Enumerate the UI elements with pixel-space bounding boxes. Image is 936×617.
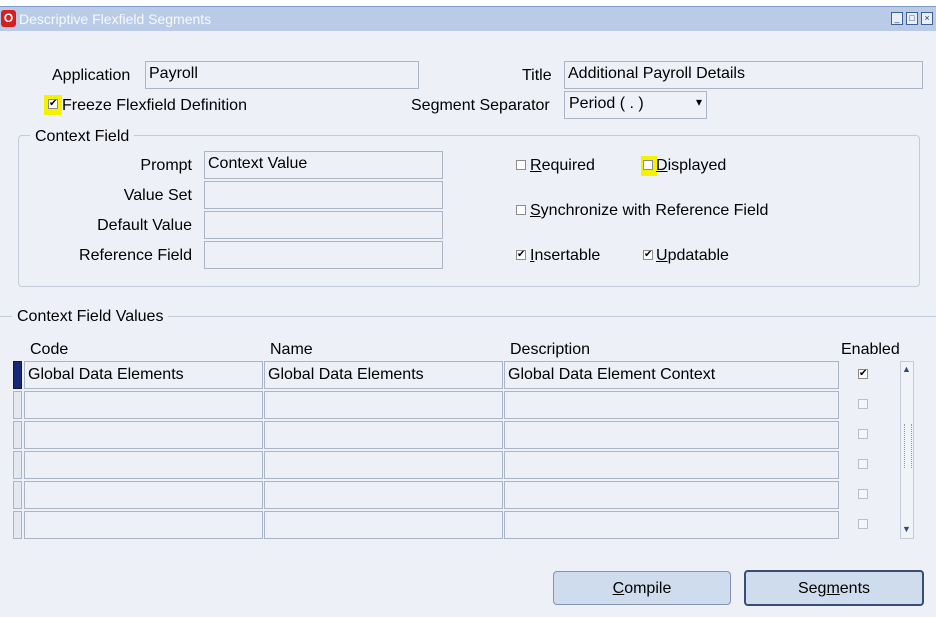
insertable-label-rest: nsertable	[534, 247, 601, 264]
reference-field-label: Reference Field	[79, 247, 192, 264]
table-cell-code[interactable]: Global Data Elements	[24, 361, 263, 389]
enabled-checkbox[interactable]	[858, 519, 868, 529]
table-cell-name[interactable]	[264, 421, 503, 449]
window-titlebar: O Descriptive Flexfield Segments _ □ ×	[0, 6, 936, 31]
row-indicator[interactable]	[13, 391, 22, 419]
column-header-name: Name	[270, 341, 313, 358]
table-cell-name[interactable]: Global Data Elements	[264, 361, 503, 389]
application-label: Application	[52, 67, 131, 84]
row-indicator[interactable]	[13, 481, 22, 509]
required-label: Required	[530, 157, 595, 175]
freeze-label: Freeze Flexfield Definition	[62, 97, 247, 114]
title-field[interactable]: Additional Payroll Details	[564, 61, 923, 89]
required-mnemonic: R	[530, 157, 542, 174]
close-icon[interactable]: ×	[921, 12, 933, 25]
required-checkbox[interactable]	[516, 160, 526, 170]
compile-label-rest: ompile	[624, 580, 672, 597]
context-values-label: Context Field Values	[12, 308, 169, 326]
row-indicator-active[interactable]	[13, 361, 22, 389]
column-header-description: Description	[510, 341, 591, 358]
compile-mnemonic: C	[612, 580, 625, 597]
check-icon: ✔	[859, 368, 868, 379]
reference-field-input[interactable]	[204, 241, 443, 269]
enabled-checkbox[interactable]	[858, 459, 868, 469]
synchronize-label-rest: ynchronize with Reference Field	[540, 202, 769, 219]
value-set-label: Value Set	[123, 187, 192, 204]
updatable-label-rest: pdatable	[667, 247, 729, 264]
segments-label-pre: Seg	[797, 580, 827, 597]
application-field[interactable]: Payroll	[145, 61, 419, 89]
segments-label-post: ents	[839, 580, 871, 597]
table-cell-description[interactable]	[504, 511, 839, 539]
updatable-mnemonic: U	[656, 247, 668, 264]
table-cell-code[interactable]	[24, 511, 263, 539]
table-cell-description[interactable]	[504, 451, 839, 479]
context-field-group-label: Context Field	[30, 128, 135, 146]
segments-mnemonic: m	[826, 580, 840, 597]
updatable-checkbox[interactable]: ✔	[643, 250, 653, 260]
column-header-code: Code	[30, 341, 69, 358]
displayed-checkbox[interactable]	[643, 160, 653, 170]
default-value-field[interactable]	[204, 211, 443, 239]
enabled-checkbox[interactable]	[858, 489, 868, 499]
oracle-logo-icon: O	[1, 10, 16, 27]
scroll-thumb-grip[interactable]	[904, 424, 912, 468]
dropdown-arrow-icon[interactable]: ▾	[696, 95, 702, 109]
row-indicator[interactable]	[13, 511, 22, 539]
table-cell-name[interactable]	[264, 481, 503, 509]
table-cell-name[interactable]	[264, 391, 503, 419]
compile-button[interactable]: Compile	[553, 571, 731, 605]
separator-label: Segment Separator	[411, 97, 550, 114]
segments-button[interactable]: Segments	[744, 570, 924, 606]
table-cell-name[interactable]	[264, 511, 503, 539]
column-header-enabled: Enabled	[841, 341, 900, 358]
separator-value: Period ( . )	[569, 95, 644, 112]
displayed-mnemonic: D	[656, 157, 668, 174]
synchronize-label: Synchronize with Reference Field	[530, 202, 768, 220]
row-indicator[interactable]	[13, 421, 22, 449]
window-title: Descriptive Flexfield Segments	[19, 11, 212, 27]
check-icon: ✔	[517, 249, 526, 260]
prompt-field[interactable]: Context Value	[204, 151, 443, 179]
enabled-checkbox[interactable]	[858, 399, 868, 409]
prompt-label: Prompt	[140, 157, 192, 174]
table-cell-description[interactable]	[504, 421, 839, 449]
scroll-up-arrow-icon[interactable]: ▲	[902, 364, 911, 374]
table-cell-description[interactable]: Global Data Element Context	[504, 361, 839, 389]
value-set-field[interactable]	[204, 181, 443, 209]
separator-select[interactable]: Period ( . ) ▾	[564, 91, 707, 119]
minimize-icon[interactable]: _	[891, 12, 903, 25]
insertable-checkbox[interactable]: ✔	[516, 250, 526, 260]
enabled-checkbox[interactable]: ✔	[858, 369, 868, 379]
table-cell-code[interactable]	[24, 421, 263, 449]
displayed-label-rest: isplayed	[667, 157, 727, 174]
table-cell-name[interactable]	[264, 451, 503, 479]
required-label-rest: equired	[541, 157, 595, 174]
table-cell-code[interactable]	[24, 481, 263, 509]
scroll-down-arrow-icon[interactable]: ▼	[902, 524, 911, 534]
vertical-scrollbar[interactable]: ▲ ▼	[900, 361, 914, 539]
updatable-label: Updatable	[656, 247, 729, 265]
displayed-label: Displayed	[656, 157, 726, 175]
enabled-checkbox[interactable]	[858, 429, 868, 439]
table-cell-description[interactable]	[504, 481, 839, 509]
row-indicator[interactable]	[13, 451, 22, 479]
title-label: Title	[522, 67, 552, 84]
freeze-checkbox[interactable]: ✔	[48, 99, 58, 109]
table-cell-description[interactable]	[504, 391, 839, 419]
maximize-icon[interactable]: □	[906, 12, 918, 25]
check-icon: ✔	[644, 249, 653, 260]
check-icon: ✔	[49, 98, 58, 109]
table-cell-code[interactable]	[24, 391, 263, 419]
insertable-label: Insertable	[530, 247, 600, 265]
synchronize-mnemonic: S	[530, 202, 541, 219]
table-cell-code[interactable]	[24, 451, 263, 479]
default-value-label: Default Value	[97, 217, 192, 234]
synchronize-checkbox[interactable]	[516, 205, 526, 215]
